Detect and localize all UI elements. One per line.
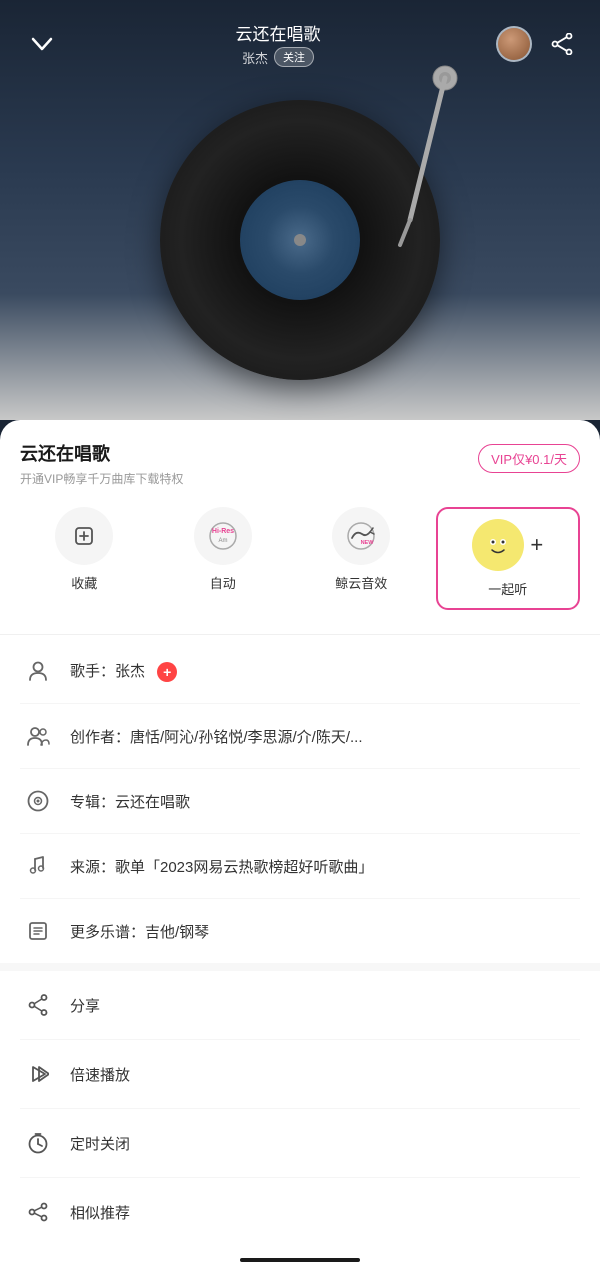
player-area: 云还在唱歌 张杰 关注 <box>0 0 600 420</box>
svg-text:Hi-Res: Hi-Res <box>212 528 234 535</box>
info-row-album[interactable]: 专辑：云还在唱歌 <box>20 769 580 834</box>
score-text: 更多乐谱：吉他/钢琴 <box>70 921 580 942</box>
header-subtitle: 张杰 关注 <box>236 47 321 67</box>
auto-label: 自动 <box>210 573 236 592</box>
singer-text: 歌手：张杰 + <box>70 660 580 682</box>
collect-icon-circle <box>55 507 113 565</box>
collect-label: 收藏 <box>71 573 97 592</box>
person-icon <box>20 653 56 689</box>
recommend-text: 相似推荐 <box>70 1202 130 1223</box>
person-group-icon <box>20 718 56 754</box>
actions-row: 收藏 Hi-Res Am 自动 NEW <box>20 507 580 610</box>
song-info: 云还在唱歌 开通VIP畅享千万曲库下载特权 <box>20 440 478 487</box>
header-center: 云还在唱歌 张杰 关注 <box>236 20 321 67</box>
song-title-main: 云还在唱歌 <box>20 440 478 466</box>
home-indicator <box>240 1258 360 1262</box>
disc-icon <box>20 783 56 819</box>
artist-name: 张杰 <box>242 48 268 67</box>
action-section: 分享 倍速播放 定时关闭 <box>20 971 580 1246</box>
song-header: 云还在唱歌 开通VIP畅享千万曲库下载特权 VIP仅¥0.1/天 <box>20 440 580 487</box>
share-icon <box>20 987 56 1023</box>
share-text: 分享 <box>70 995 100 1016</box>
recommend-icon <box>20 1194 56 1230</box>
listen-together-button[interactable]: + 一起听 <box>436 507 581 610</box>
section-divider <box>0 963 600 971</box>
effect-label: 鲸云音效 <box>335 573 387 592</box>
vip-badge[interactable]: VIP仅¥0.1/天 <box>478 444 580 473</box>
info-row-score[interactable]: 更多乐谱：吉他/钢琴 <box>20 899 580 963</box>
info-section: 歌手：张杰 + 创作者：唐恬/阿沁/孙铭悦/李思源/介/陈天/... <box>20 639 580 963</box>
action-row-recommend[interactable]: 相似推荐 <box>20 1178 580 1246</box>
collapse-button[interactable] <box>24 26 60 62</box>
effect-button[interactable]: NEW 鲸云音效 <box>297 507 426 610</box>
header-right <box>496 26 576 62</box>
svg-text:NEW: NEW <box>361 540 375 546</box>
music-list-icon <box>20 848 56 884</box>
timer-icon <box>20 1125 56 1161</box>
collect-button[interactable]: 收藏 <box>20 507 149 610</box>
auto-button[interactable]: Hi-Res Am 自动 <box>159 507 288 610</box>
info-row-source[interactable]: 来源：歌单「2023网易云热歌榜超好听歌曲」 <box>20 834 580 899</box>
tone-arm <box>350 60 470 260</box>
vinyl-area <box>140 70 460 390</box>
info-row-creator[interactable]: 创作者：唐恬/阿沁/孙铭悦/李思源/介/陈天/... <box>20 704 580 769</box>
speed-text: 倍速播放 <box>70 1064 130 1085</box>
follow-button[interactable]: 关注 <box>274 47 314 67</box>
action-row-timer[interactable]: 定时关闭 <box>20 1109 580 1178</box>
vinyl-dot <box>294 234 306 246</box>
song-title-header: 云还在唱歌 <box>236 20 321 45</box>
action-row-share[interactable]: 分享 <box>20 971 580 1040</box>
song-description: 开通VIP畅享千万曲库下载特权 <box>20 470 478 487</box>
album-text: 专辑：云还在唱歌 <box>70 791 580 812</box>
effect-icon-circle: NEW <box>332 507 390 565</box>
info-row-singer[interactable]: 歌手：张杰 + <box>20 639 580 704</box>
avatar-image <box>498 28 530 60</box>
bottom-panel: 云还在唱歌 开通VIP畅享千万曲库下载特权 VIP仅¥0.1/天 收藏 <box>0 420 600 1288</box>
header: 云还在唱歌 张杰 关注 <box>0 0 600 77</box>
listen-icon <box>472 519 524 571</box>
divider-1 <box>0 634 600 635</box>
avatar[interactable] <box>496 26 532 62</box>
listen-label: 一起听 <box>488 579 527 598</box>
source-text: 来源：歌单「2023网易云热歌榜超好听歌曲」 <box>70 856 580 877</box>
vinyl-center <box>240 180 360 300</box>
speed-icon <box>20 1056 56 1092</box>
svg-text:Am: Am <box>218 538 227 544</box>
share-button-header[interactable] <box>548 30 576 58</box>
score-icon <box>20 913 56 949</box>
listen-container: + <box>472 519 543 571</box>
creator-text: 创作者：唐恬/阿沁/孙铭悦/李思源/介/陈天/... <box>70 726 580 747</box>
timer-text: 定时关闭 <box>70 1133 130 1154</box>
auto-icon-circle: Hi-Res Am <box>194 507 252 565</box>
action-row-speed[interactable]: 倍速播放 <box>20 1040 580 1109</box>
singer-add-badge[interactable]: + <box>157 662 177 682</box>
listen-plus-icon: + <box>530 532 543 558</box>
